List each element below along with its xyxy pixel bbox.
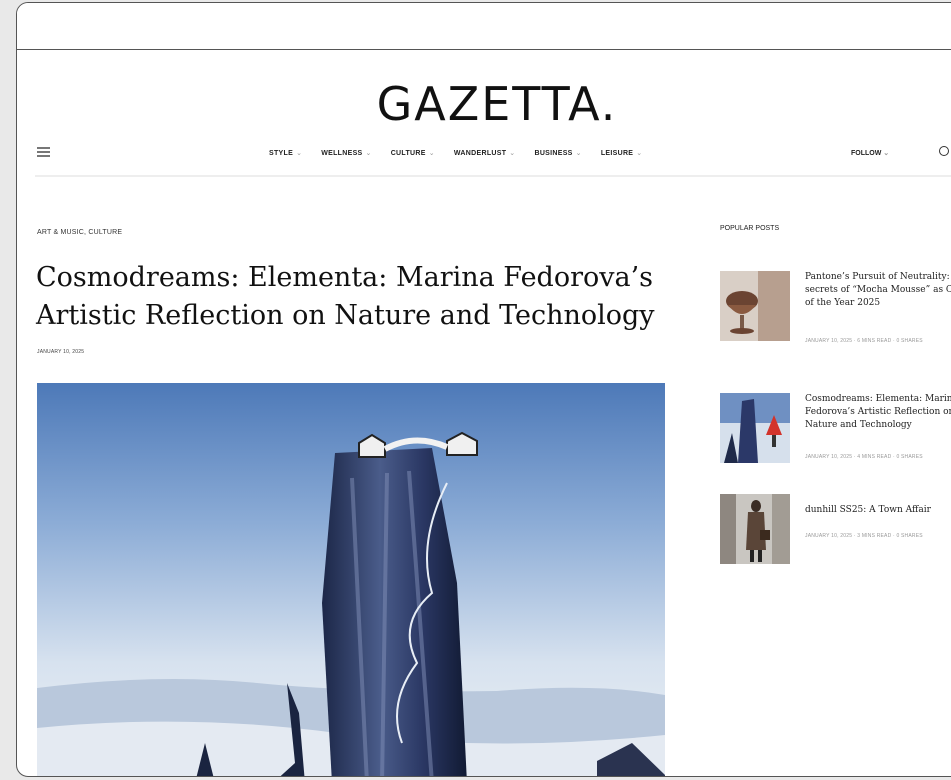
chevron-down-icon: ⌄ [509, 150, 516, 157]
nav-item-leisure[interactable]: LEISURE ⌄ [601, 149, 643, 157]
browser-window: GAZETTA. STYLE ⌄ WELLNESS ⌄ CULTURE ⌄ WANDE… [16, 2, 951, 777]
post-meta: JANUARY 10, 2025 · 3 MINS READ · 0 SHARE… [805, 533, 923, 539]
post-title[interactable]: dunhill SS25: A Town Affair [805, 504, 951, 517]
chevron-down-icon: ⌄ [636, 150, 643, 157]
chevron-down-icon: ⌄ [365, 150, 372, 157]
post-thumbnail[interactable] [720, 271, 790, 341]
article-date: JANUARY 10, 2025 [37, 349, 85, 355]
chevron-down-icon: ⌄ [883, 150, 890, 157]
nav-label: STYLE [269, 150, 294, 157]
popular-post-item[interactable]: Cosmodreams: Elementa: Marina Fedorova’s… [720, 393, 951, 473]
nav-label: WANDERLUST [453, 150, 507, 157]
post-meta: JANUARY 10, 2025 · 4 MINS READ · 0 SHARE… [805, 454, 923, 460]
chevron-down-icon: ⌄ [575, 150, 582, 157]
nav-label: CULTURE [390, 150, 426, 157]
popular-post-item[interactable]: Pantone’s Pursuit of Neutrality: the sec… [720, 271, 951, 371]
nav-label: BUSINESS [534, 150, 573, 157]
post-thumbnail-image [720, 271, 790, 341]
search-icon[interactable] [939, 146, 949, 156]
post-thumbnail-image [720, 494, 790, 564]
hero-image [37, 383, 665, 776]
nav-label: WELLNESS [321, 150, 363, 157]
article-categories[interactable]: ART & MUSIC, CULTURE [37, 229, 122, 236]
post-title[interactable]: Cosmodreams: Elementa: Marina Fedorova’s… [805, 393, 951, 432]
menu-icon[interactable] [37, 147, 50, 157]
main-nav: STYLE ⌄ WELLNESS ⌄ CULTURE ⌄ WANDERLUST ⌄ BU… [269, 149, 642, 157]
post-title[interactable]: Pantone’s Pursuit of Neutrality: the sec… [805, 271, 951, 310]
nav-label: LEISURE [600, 150, 634, 157]
popular-posts-heading: POPULAR POSTS [720, 225, 780, 232]
nav-item-business[interactable]: BUSINESS ⌄ [534, 149, 581, 157]
popular-post-item[interactable]: dunhill SS25: A Town Affair JANUARY 10, … [720, 494, 951, 574]
follow-label: FOLLOW [851, 150, 882, 157]
browser-toolbar [17, 3, 951, 50]
hero-artwork [37, 383, 665, 776]
article-title: Cosmodreams: Elementa: Marina Fedorova’s… [36, 262, 655, 331]
header-divider [35, 175, 951, 177]
nav-item-style[interactable]: STYLE ⌄ [269, 149, 302, 157]
nav-item-wanderlust[interactable]: WANDERLUST ⌄ [454, 149, 516, 157]
nav-item-wellness[interactable]: WELLNESS ⌄ [321, 149, 371, 157]
chevron-down-icon: ⌄ [296, 150, 303, 157]
post-thumbnail[interactable] [720, 494, 790, 564]
post-meta: JANUARY 10, 2025 · 6 MINS READ · 0 SHARE… [805, 338, 923, 344]
chevron-down-icon: ⌄ [428, 150, 435, 157]
post-thumbnail[interactable] [720, 393, 790, 463]
site-logo[interactable]: GAZETTA. [17, 77, 951, 131]
nav-item-culture[interactable]: CULTURE ⌄ [391, 149, 435, 157]
follow-menu[interactable]: FOLLOW ⌄ [851, 149, 889, 157]
post-thumbnail-image [720, 393, 790, 463]
